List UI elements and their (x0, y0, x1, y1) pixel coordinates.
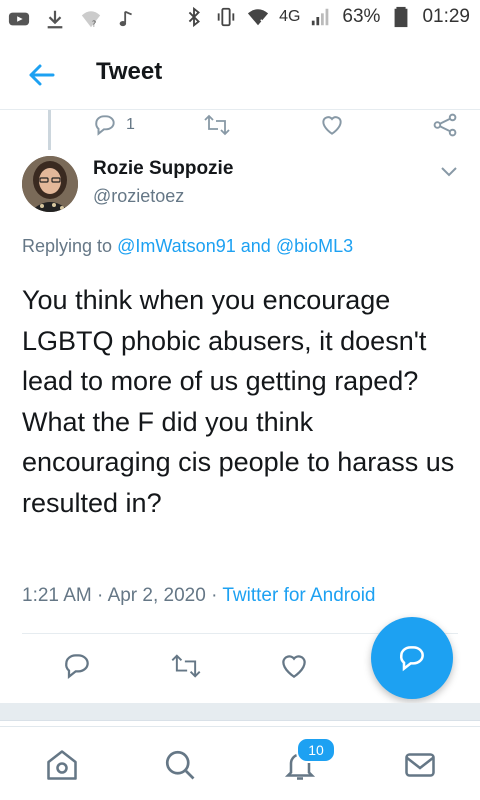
wifi-question-icon: ? (81, 11, 101, 28)
share-icon (433, 113, 457, 137)
replying-to: Replying to @ImWatson91 and @bioML3 (22, 236, 353, 257)
section-separator (0, 703, 480, 721)
network-type: 4G (279, 8, 301, 25)
reply-mention-and[interactable]: and (241, 236, 271, 256)
thread-line (48, 110, 51, 150)
prev-retweet-button[interactable] (203, 110, 231, 140)
bottom-nav (0, 726, 480, 800)
reply-mention-1[interactable]: @ImWatson91 (117, 236, 236, 256)
download-icon (47, 10, 63, 29)
retweet-icon[interactable] (170, 650, 202, 682)
tweet-source[interactable]: Twitter for Android (222, 585, 375, 606)
tweet-text: You think when you encourage LGBTQ phobi… (22, 285, 455, 518)
youtube-icon (8, 12, 30, 26)
chevron-down-icon[interactable] (438, 160, 460, 182)
app-bar: Tweet (0, 38, 480, 110)
tweet-time: 1:21 AM (22, 585, 92, 606)
tweet-meta: 1:21 AM · Apr 2, 2020 · Twitter for Andr… (22, 585, 375, 607)
bluetooth-icon (188, 6, 201, 28)
reply-mention-2[interactable]: @bioML3 (276, 236, 353, 256)
prev-reply-button[interactable]: 1 (92, 110, 135, 140)
compose-reply-button[interactable] (371, 617, 453, 699)
reply-compose-icon (399, 646, 424, 672)
heart-icon (322, 116, 342, 135)
arrow-left-icon[interactable] (26, 60, 56, 90)
status-bar: ? 4G 63% 01:29 (0, 0, 480, 38)
heart-icon[interactable] (278, 650, 310, 682)
avatar-image (22, 156, 78, 212)
author-name[interactable]: Rozie Suppozie (93, 158, 233, 180)
replying-prefix: Replying to (22, 236, 113, 256)
page-title: Tweet (96, 58, 163, 85)
search-icon[interactable] (162, 747, 198, 783)
prev-like-button[interactable] (318, 110, 346, 140)
notifications-badge: 10 (296, 737, 336, 763)
music-note-icon (119, 10, 132, 27)
avatar[interactable] (22, 156, 78, 212)
battery-icon (395, 6, 408, 28)
clock: 01:29 (422, 6, 470, 27)
previous-tweet-actions: 1 (0, 110, 480, 150)
mail-icon[interactable] (402, 747, 438, 783)
tweet-date: Apr 2, 2020 (107, 585, 206, 606)
svg-text:?: ? (92, 18, 96, 28)
meta-separator-2: · (211, 585, 218, 606)
reply-icon[interactable] (61, 650, 93, 682)
prev-reply-count: 1 (126, 116, 135, 133)
vibrate-icon (217, 7, 235, 27)
home-icon[interactable] (44, 747, 80, 783)
prev-share-button[interactable] (432, 110, 458, 140)
reply-icon (95, 115, 115, 136)
retweet-icon (204, 114, 230, 136)
wifi-icon (247, 9, 269, 26)
signal-icon (312, 8, 329, 26)
author-handle[interactable]: @rozietoez (93, 186, 184, 207)
meta-separator: · (97, 585, 104, 606)
battery-percent: 63% (342, 6, 381, 27)
